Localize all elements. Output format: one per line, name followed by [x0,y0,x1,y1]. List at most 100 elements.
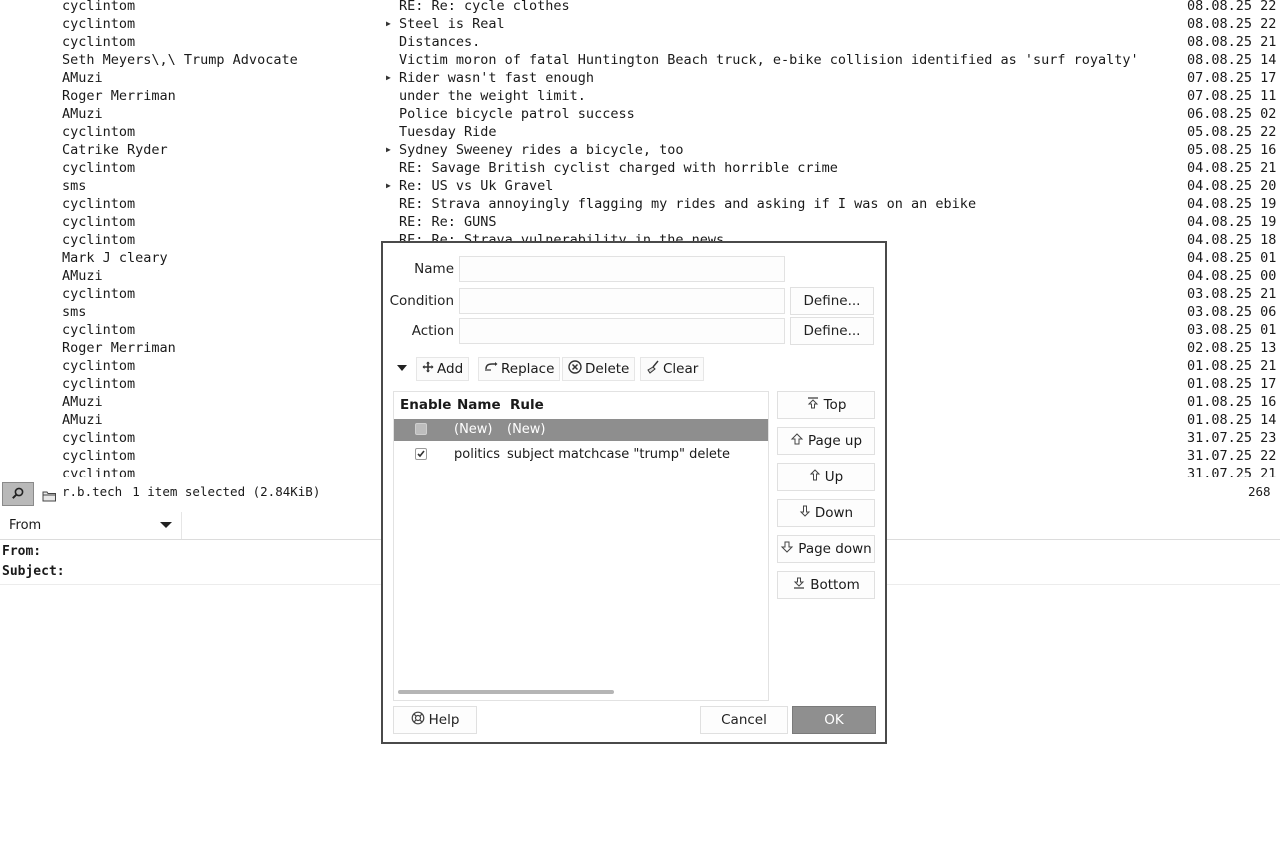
message-date: 08.08.25 22 [1187,16,1277,32]
message-row[interactable]: cyclintom Tuesday Ride 05.08.25 22 [0,123,1280,141]
message-subject: Steel is Real [399,16,505,32]
message-row[interactable]: cyclintom ▶ Steel is Real 08.08.25 22 [0,15,1280,33]
header-view-toolbar: From [0,512,182,540]
condition-define-button[interactable]: Define... [790,287,874,315]
message-subject: RE: Strava annoyingly flagging my rides … [399,196,977,212]
message-date: 01.08.25 17 [1187,376,1277,392]
move-bottom-button[interactable]: Bottom [777,571,875,599]
message-row[interactable]: AMuzi ▶ Rider wasn't fast enough 07.08.25 1… [0,69,1280,87]
column-enable[interactable]: Enable [400,397,451,413]
message-row[interactable]: Catrike Ryder ▶ Sydney Sweeney rides a bic… [0,141,1280,159]
message-date: 02.08.25 13 [1187,340,1277,356]
message-from: cyclintom [62,214,136,230]
thread-expand-icon[interactable]: ▶ [386,177,391,195]
message-from: cyclintom [62,232,136,248]
status-selection: 1 item selected (2.84KiB) [132,484,321,499]
message-from: Mark J cleary [62,250,168,266]
name-label: Name [414,261,454,277]
move-bottom-label: Bottom [810,577,860,593]
up-arrow-icon [809,469,821,485]
horizontal-scrollbar[interactable] [398,690,614,694]
message-header-fields: From: Subject: [2,542,65,582]
ok-button[interactable]: OK [792,706,876,734]
column-rule[interactable]: Rule [510,397,544,413]
page-down-arrow-icon [780,541,794,557]
replace-rule-button[interactable]: Replace [478,357,561,381]
message-from: sms [62,178,87,194]
move-up-button[interactable]: Up [777,463,875,491]
message-row[interactable]: cyclintom Distances. 08.08.25 21 [0,33,1280,51]
message-from: Catrike Ryder [62,142,168,158]
message-date: 31.07.25 21 [1187,466,1277,477]
delete-rule-button[interactable]: Delete [562,357,636,381]
message-from: cyclintom [62,34,136,50]
help-button[interactable]: Help [393,706,477,734]
message-row[interactable]: cyclintom RE: Savage British cyclist char… [0,159,1280,177]
message-from: cyclintom [62,376,136,392]
action-input[interactable] [459,318,785,344]
message-date: 05.08.25 22 [1187,124,1277,140]
clear-rule-button[interactable]: Clear [640,357,705,381]
move-page-down-button[interactable]: Page down [777,535,875,563]
move-page-up-button[interactable]: Page up [777,427,875,455]
message-row[interactable]: cyclintom RE: Re: cycle clothes 08.08.25 2… [0,0,1280,15]
message-row[interactable]: cyclintom RE: Strava annoyingly flagging … [0,195,1280,213]
message-from: AMuzi [62,70,103,86]
thread-expand-icon[interactable]: ▶ [386,141,391,159]
message-date: 03.08.25 06 [1187,304,1277,320]
message-from: cyclintom [62,466,136,477]
message-from: Roger Merriman [62,88,176,104]
message-row[interactable]: cyclintom RE: Re: GUNS 04.08.25 19 [0,213,1280,231]
page-up-arrow-icon [790,433,804,449]
top-arrow-icon [806,397,820,413]
message-from: cyclintom [62,430,136,446]
message-row[interactable]: Seth Meyers\,\ Trump Advocate Victim moro… [0,51,1280,69]
status-message-count: 268 r [1248,484,1280,499]
filter-rules-dialog: Name Condition Define... Action Define..… [381,241,887,744]
replace-icon [484,361,498,377]
action-define-button[interactable]: Define... [790,317,874,345]
message-from: cyclintom [62,286,136,302]
thread-expand-icon[interactable]: ▶ [386,69,391,87]
message-row[interactable]: AMuzi Police bicycle patrol success 06.08.… [0,105,1280,123]
move-down-label: Down [814,505,854,521]
message-from: AMuzi [62,106,103,122]
message-row[interactable]: sms ▶ Re: US vs Uk Gravel 04.08.25 20 [0,177,1280,195]
rule-row[interactable]: politics subject matchcase "trump" delete [394,444,768,466]
add-label: Add [437,361,464,377]
condition-label: Condition [389,293,454,309]
clear-label: Clear [663,361,699,377]
column-name[interactable]: Name [457,397,501,413]
move-top-button[interactable]: Top [777,391,875,419]
message-date: 04.08.25 00 [1187,268,1277,284]
chevron-down-icon [160,522,172,528]
message-from: Seth Meyers\,\ Trump Advocate [62,52,298,68]
message-date: 04.08.25 01 [1187,250,1277,266]
rule-row[interactable]: (New) (New) [394,419,768,441]
message-date: 31.07.25 22 [1187,448,1277,464]
message-date: 31.07.25 23 [1187,430,1277,446]
rule-name-input[interactable] [459,256,785,282]
rule-enable-checkbox[interactable] [415,423,427,435]
collapse-toggle-icon[interactable] [397,365,407,371]
thread-expand-icon[interactable]: ▶ [386,15,391,33]
rules-list-header: Enable Name Rule [394,392,768,417]
rule-text: subject matchcase "trump" delete [507,447,731,462]
quick-search-button[interactable] [2,482,34,506]
header-select[interactable]: From [0,512,182,540]
add-icon [422,361,434,377]
message-subject: RE: Re: GUNS [399,214,497,230]
message-from: cyclintom [62,124,136,140]
message-from: cyclintom [62,16,136,32]
message-from: cyclintom [62,196,136,212]
add-rule-button[interactable]: Add [416,357,470,381]
rule-enable-checkbox[interactable] [415,448,427,460]
folder-icon [42,487,57,506]
move-down-button[interactable]: Down [777,499,875,527]
rules-list[interactable]: Enable Name Rule (New) (New) politics subje… [393,391,769,701]
message-from: cyclintom [62,322,136,338]
cancel-button[interactable]: Cancel [700,706,788,734]
message-date: 08.08.25 22 [1187,0,1277,14]
message-row[interactable]: Roger Merriman under the weight limit. 07.… [0,87,1280,105]
condition-input[interactable] [459,288,785,314]
